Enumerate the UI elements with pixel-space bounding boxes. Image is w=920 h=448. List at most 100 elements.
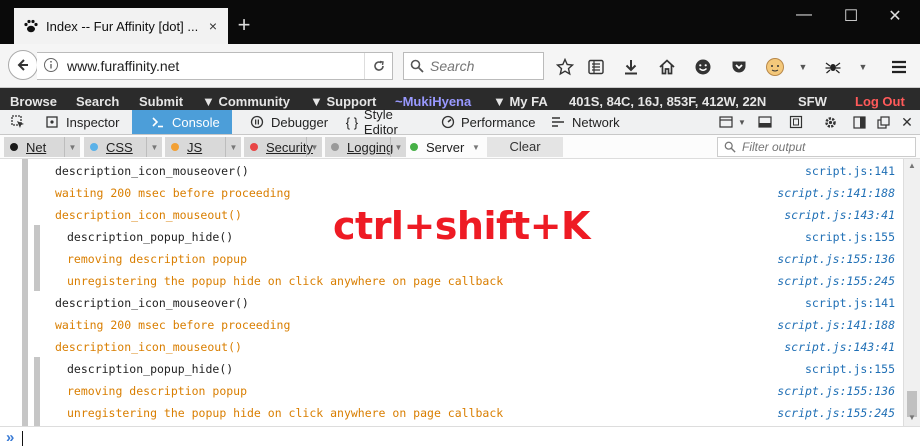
tab-network[interactable]: Network xyxy=(550,110,622,134)
source-location-link[interactable]: script.js:143:41 xyxy=(784,340,895,354)
profile-avatar-icon[interactable] xyxy=(764,56,786,78)
pocket-icon[interactable] xyxy=(728,56,750,78)
debugger-icon xyxy=(249,114,265,130)
console-message-text: waiting 200 msec before proceeding xyxy=(55,318,291,332)
tab-style-editor-label: Style Editor xyxy=(363,107,398,137)
hamburger-menu-icon[interactable] xyxy=(888,56,910,78)
chevron-down-icon[interactable]: ▼ xyxy=(306,137,322,157)
site-menu-submit[interactable]: Submit xyxy=(139,94,183,109)
filter-server-label: Server xyxy=(426,139,465,155)
source-location-link[interactable]: script.js:155:245 xyxy=(777,274,895,288)
performance-icon xyxy=(441,114,455,130)
extension-dropdown-icon[interactable]: ▼ xyxy=(852,56,874,78)
url-bar[interactable]: www.furaffinity.net xyxy=(37,52,393,80)
browser-tab[interactable]: Index -- Fur Affinity [dot] ... × xyxy=(14,8,228,44)
logout-link[interactable]: Log Out xyxy=(855,94,905,109)
server-dot-icon xyxy=(410,143,418,151)
smiley-icon[interactable] xyxy=(692,56,714,78)
navigation-bar: www.furaffinity.net ▼ ▼ xyxy=(0,44,920,88)
source-location-link[interactable]: script.js:155:136 xyxy=(777,384,895,398)
console-prompt-icon: » xyxy=(6,429,15,446)
scroll-down-icon[interactable]: ▼ xyxy=(904,413,920,422)
site-info-icon[interactable] xyxy=(43,57,63,76)
shortcut-overlay-text: ctrl+shift+K xyxy=(333,204,590,248)
tab-inspector-label: Inspector xyxy=(66,114,120,130)
reload-button[interactable] xyxy=(364,53,392,79)
tab-debugger[interactable]: Debugger xyxy=(249,110,333,134)
close-devtools-icon[interactable]: ✕ xyxy=(899,114,915,130)
console-input[interactable]: » xyxy=(0,426,920,448)
maximize-button[interactable]: ☐ xyxy=(841,6,861,26)
layout-dropdown-icon[interactable]: ▼ xyxy=(734,114,750,130)
console-message-text: description_icon_mouseout() xyxy=(55,340,242,354)
filter-security-button[interactable]: Security ▼ xyxy=(244,137,322,157)
tab-performance[interactable]: Performance xyxy=(441,110,535,134)
console-message: waiting 200 msec before proceeding script… xyxy=(0,181,903,203)
console-message-text: removing description popup xyxy=(67,384,248,398)
source-location-link[interactable]: script.js:141:188 xyxy=(777,318,895,332)
download-icon[interactable] xyxy=(620,56,642,78)
layout-toggle-icon[interactable] xyxy=(718,114,734,130)
tab-performance-label: Performance xyxy=(461,114,536,130)
spider-extension-icon[interactable] xyxy=(822,56,844,78)
filter-css-button[interactable]: CSS ▼ xyxy=(84,137,162,157)
source-location-link[interactable]: script.js:155 xyxy=(805,362,895,376)
console-message-text: description_popup_hide() xyxy=(67,230,234,244)
clear-button[interactable]: Clear xyxy=(487,137,563,157)
filter-server-button[interactable]: Server ▼ xyxy=(404,137,484,157)
tab-network-label: Network xyxy=(572,114,620,130)
minimize-button[interactable]: — xyxy=(794,6,814,24)
back-button[interactable] xyxy=(8,50,38,80)
tab-console[interactable]: Console xyxy=(132,110,232,134)
source-location-link[interactable]: script.js:141:188 xyxy=(777,186,895,200)
filter-logging-button[interactable]: Logging ▼ xyxy=(325,137,406,157)
devtools-toolbar: Inspector Console Debugger { } Style Edi… xyxy=(0,107,920,137)
close-window-button[interactable]: ✕ xyxy=(885,6,905,26)
filter-js-button[interactable]: JS ▼ xyxy=(165,137,241,157)
filter-output-field[interactable] xyxy=(717,137,916,157)
chevron-down-icon[interactable]: ▼ xyxy=(468,137,484,157)
css-dot-icon xyxy=(90,143,98,151)
reader-list-icon[interactable] xyxy=(585,56,607,78)
site-menu-my-fa[interactable]: ▼ My FA xyxy=(493,94,548,109)
chevron-down-icon[interactable]: ▼ xyxy=(146,137,162,157)
bookmark-star-icon[interactable] xyxy=(554,56,576,78)
element-picker-icon[interactable] xyxy=(10,114,26,130)
home-icon[interactable] xyxy=(656,56,678,78)
source-location-link[interactable]: script.js:155:245 xyxy=(777,406,895,420)
tab-close-icon[interactable]: × xyxy=(206,18,220,34)
source-location-link[interactable]: script.js:155 xyxy=(805,230,895,244)
dock-side-icon[interactable] xyxy=(851,114,867,130)
tab-inspector[interactable]: Inspector xyxy=(44,110,132,134)
source-location-link[interactable]: script.js:141 xyxy=(805,164,895,178)
tab-style-editor[interactable]: { } Style Editor xyxy=(344,107,430,137)
split-console-icon[interactable] xyxy=(757,114,773,130)
filter-output-input[interactable] xyxy=(742,140,902,154)
site-menu-search[interactable]: Search xyxy=(76,94,119,109)
console-scrollbar[interactable]: ▲ ▼ xyxy=(903,159,920,426)
site-menu-browse[interactable]: Browse xyxy=(10,94,57,109)
site-menu-bar: Browse Search Submit ▼ Community ▼ Suppo… xyxy=(0,88,920,110)
site-menu-community[interactable]: ▼ Community xyxy=(202,94,290,109)
source-location-link[interactable]: script.js:155:136 xyxy=(777,252,895,266)
responsive-mode-icon[interactable] xyxy=(788,114,804,130)
search-input[interactable] xyxy=(430,58,530,74)
settings-gear-icon[interactable] xyxy=(822,114,838,130)
back-arrow-icon xyxy=(17,59,28,71)
chevron-down-icon[interactable]: ▼ xyxy=(64,137,80,157)
search-bar[interactable] xyxy=(403,52,544,80)
scroll-up-icon[interactable]: ▲ xyxy=(904,161,920,170)
new-tab-button[interactable]: + xyxy=(232,14,256,36)
undock-window-icon[interactable] xyxy=(875,114,891,130)
console-message-text: description_icon_mouseover() xyxy=(55,164,249,178)
console-message: description_icon_mouseover() script.js:14… xyxy=(0,159,903,181)
console-message: description_popup_hide() script.js:155 xyxy=(0,357,903,379)
url-text[interactable]: www.furaffinity.net xyxy=(67,58,364,74)
rating-toggle[interactable]: SFW xyxy=(798,94,827,109)
source-location-link[interactable]: script.js:141 xyxy=(805,296,895,310)
source-location-link[interactable]: script.js:143:41 xyxy=(784,208,895,222)
filter-net-button[interactable]: Net ▼ xyxy=(4,137,80,157)
chevron-down-icon[interactable]: ▼ xyxy=(225,137,241,157)
user-stats[interactable]: 401S, 84C, 16J, 853F, 412W, 22N xyxy=(569,94,766,109)
profile-dropdown-icon[interactable]: ▼ xyxy=(792,56,814,78)
